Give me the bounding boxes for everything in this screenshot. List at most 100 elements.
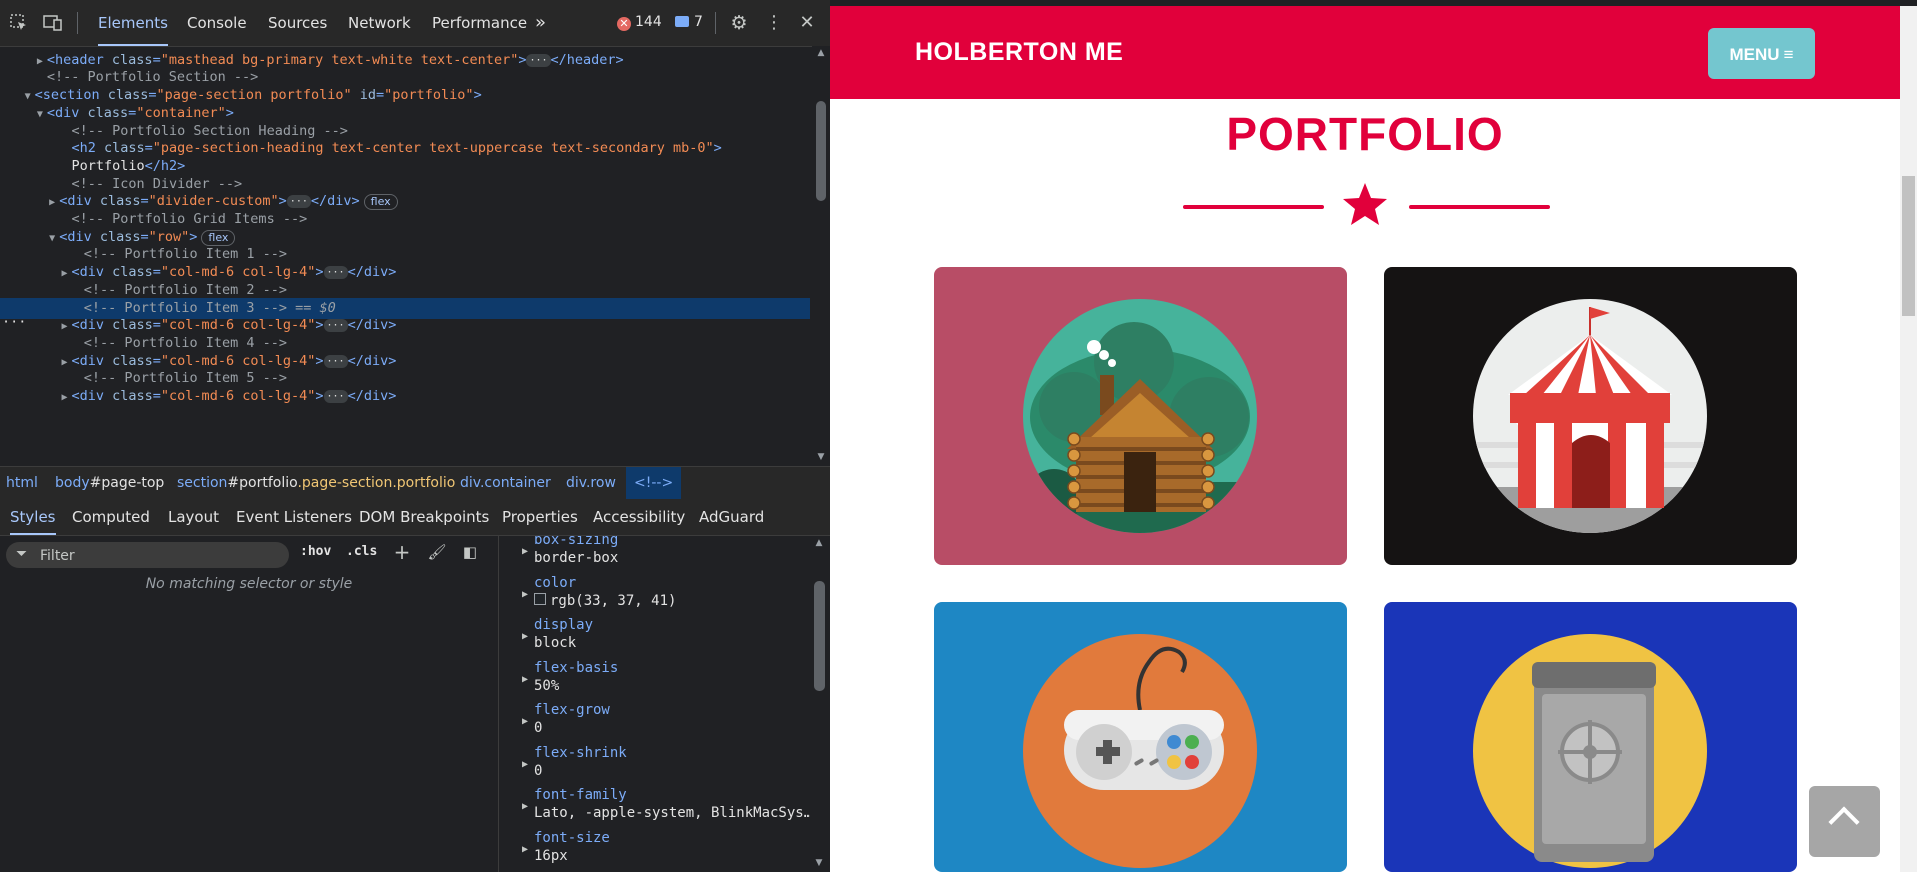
breadcrumb-part: #portfolio bbox=[227, 475, 298, 491]
dom-token: class bbox=[112, 388, 153, 404]
computed-property[interactable]: ▶ display block bbox=[500, 617, 810, 659]
breadcrumb-item[interactable]: body#page-top bbox=[55, 467, 164, 499]
breadcrumb-item[interactable]: div.row bbox=[566, 467, 616, 499]
tab-console[interactable]: Console bbox=[187, 0, 247, 46]
expand-triangle-icon[interactable]: ▶ bbox=[522, 589, 528, 600]
portfolio-item-cabin[interactable] bbox=[934, 267, 1347, 565]
settings-gear-icon[interactable]: ⚙ bbox=[728, 12, 750, 34]
expand-triangle-icon[interactable]: ▶ bbox=[58, 387, 72, 408]
device-toolbar-icon[interactable] bbox=[42, 12, 64, 34]
paint-brush-icon[interactable]: 🖌 bbox=[427, 542, 447, 562]
expand-ellipsis-button[interactable]: ··· bbox=[286, 195, 311, 209]
scroll-to-top-button[interactable] bbox=[1809, 786, 1880, 857]
styles-filter-input[interactable] bbox=[38, 545, 282, 567]
expand-triangle-icon[interactable]: ▶ bbox=[522, 716, 528, 727]
tab-elements[interactable]: Elements bbox=[98, 0, 168, 46]
more-options-icon[interactable]: ⋮ bbox=[763, 12, 785, 34]
expand-ellipsis-button[interactable]: ··· bbox=[323, 319, 348, 333]
new-style-rule-icon[interactable]: + bbox=[392, 542, 412, 562]
dom-token: class bbox=[111, 51, 153, 68]
expand-triangle-icon[interactable]: ▶ bbox=[522, 759, 528, 770]
divider-line-right bbox=[1409, 205, 1550, 209]
chevron-up-icon bbox=[1828, 806, 1860, 838]
computed-property[interactable]: ▶ color rgb(33, 37, 41) bbox=[500, 575, 810, 617]
inspect-element-icon[interactable] bbox=[8, 12, 30, 34]
expand-ellipsis-button[interactable]: ··· bbox=[526, 53, 551, 67]
scroll-up-icon[interactable]: ▲ bbox=[815, 48, 827, 60]
tab-network[interactable]: Network bbox=[348, 0, 411, 46]
error-counter[interactable]: ✕ 144 bbox=[617, 14, 662, 31]
color-swatch[interactable] bbox=[534, 592, 546, 605]
computed-property[interactable]: ▶ flex-shrink 0 bbox=[500, 745, 810, 787]
computed-property[interactable]: ▶ flex-grow 0 bbox=[500, 702, 810, 744]
tab-layout[interactable]: Layout bbox=[168, 499, 219, 535]
expand-triangle-icon[interactable]: ▶ bbox=[522, 844, 528, 855]
portfolio-item-game-controller[interactable] bbox=[934, 602, 1347, 872]
flex-badge[interactable]: flex bbox=[201, 229, 236, 246]
scroll-down-icon[interactable]: ▼ bbox=[815, 452, 827, 464]
breadcrumb-item[interactable]: div.container bbox=[460, 467, 551, 499]
dom-token: "masthead bg-primary text-white text-cen… bbox=[160, 51, 519, 68]
dom-tree-scrollbar[interactable]: ▲ ▼ bbox=[812, 46, 830, 466]
dom-token: class bbox=[107, 87, 149, 104]
menu-button[interactable]: MENU ≡ bbox=[1708, 28, 1815, 79]
dom-token: </div> bbox=[347, 264, 397, 281]
expand-triangle-icon[interactable]: ▶ bbox=[522, 801, 528, 812]
brand-logo-link[interactable]: HOLBERTON ME bbox=[915, 38, 1123, 67]
tab-properties[interactable]: Properties bbox=[502, 499, 578, 535]
dom-node[interactable]: ▶ <div class="col-md-6 col-lg-4"> ··· </div… bbox=[0, 386, 810, 407]
portfolio-item-circus-tent[interactable] bbox=[1384, 267, 1797, 565]
expand-ellipsis-button[interactable]: ··· bbox=[323, 354, 348, 368]
computed-scrollbar[interactable]: ▲ ▼ bbox=[810, 536, 830, 872]
tab-dom-breakpoints[interactable]: DOM Breakpoints bbox=[359, 499, 489, 535]
star-icon bbox=[1343, 183, 1387, 225]
scroll-down-icon[interactable]: ▼ bbox=[813, 858, 825, 870]
property-value: rgb(33, 37, 41) bbox=[534, 592, 676, 609]
expand-triangle-icon[interactable]: ▶ bbox=[522, 546, 528, 557]
dom-scroll-thumb[interactable] bbox=[816, 101, 826, 201]
portfolio-item-safe[interactable] bbox=[1384, 602, 1797, 872]
tab-computed[interactable]: Computed bbox=[72, 499, 150, 535]
toggle-sidebar-icon[interactable]: ◧ bbox=[460, 542, 480, 562]
message-counter[interactable]: 7 bbox=[675, 14, 703, 30]
computed-scroll-thumb[interactable] bbox=[814, 581, 825, 691]
dom-token: <div bbox=[71, 317, 113, 334]
page-scrollbar[interactable] bbox=[1900, 6, 1917, 872]
computed-property[interactable]: ▶ font-family Lato, -apple-system, BlinkMa… bbox=[500, 787, 810, 829]
breadcrumb-part: body bbox=[55, 475, 90, 491]
tab-adguard[interactable]: AdGuard bbox=[699, 499, 764, 535]
more-tabs-button[interactable]: » bbox=[535, 0, 546, 46]
styles-filter[interactable]: ⏷ bbox=[6, 542, 289, 568]
expand-triangle-icon[interactable]: ▶ bbox=[522, 674, 528, 685]
expand-ellipsis-button[interactable]: ··· bbox=[323, 390, 348, 403]
expand-ellipsis-button[interactable]: ··· bbox=[323, 266, 348, 280]
computed-property[interactable]: ▶ font-size 16px bbox=[500, 830, 810, 872]
dom-tree[interactable]: <!-- Masthead -->▶<header class="masthea… bbox=[0, 46, 810, 466]
dom-token: "row" bbox=[148, 228, 190, 245]
computed-property[interactable]: ▶ flex-basis 50% bbox=[500, 660, 810, 702]
scroll-up-icon[interactable]: ▲ bbox=[813, 538, 825, 550]
menu-label: MENU bbox=[1729, 45, 1780, 64]
dom-token: </h2> bbox=[144, 157, 186, 174]
breadcrumb-item[interactable]: section#portfolio.page-section.portfolio bbox=[177, 467, 455, 499]
hover-state-button[interactable]: :hov bbox=[300, 544, 331, 559]
tab-sources[interactable]: Sources bbox=[268, 0, 327, 46]
dom-token: = bbox=[152, 352, 161, 369]
dom-token: </div> bbox=[347, 352, 397, 369]
tab-event-listeners[interactable]: Event Listeners bbox=[236, 499, 352, 535]
breadcrumb-item[interactable]: <!--> bbox=[626, 467, 682, 499]
dom-token: <!-- Portfolio Item 4 --> bbox=[83, 334, 287, 351]
tab-styles[interactable]: Styles bbox=[10, 499, 56, 535]
dom-token: <!-- Portfolio Item 1 --> bbox=[83, 246, 287, 263]
dom-token: > bbox=[189, 228, 198, 245]
breadcrumb-item[interactable]: html bbox=[6, 467, 38, 499]
tab-performance[interactable]: Performance bbox=[432, 0, 527, 46]
expand-triangle-icon[interactable]: ▶ bbox=[522, 631, 528, 642]
page-scroll-thumb[interactable] bbox=[1902, 176, 1915, 316]
class-toggle-button[interactable]: .cls bbox=[346, 544, 377, 559]
flex-badge[interactable]: flex bbox=[363, 194, 398, 211]
tab-accessibility[interactable]: Accessibility bbox=[593, 499, 685, 535]
close-devtools-icon[interactable]: ✕ bbox=[796, 12, 818, 34]
dom-token: = bbox=[140, 193, 149, 210]
computed-property[interactable]: ▶ box-sizing border-box bbox=[500, 536, 810, 574]
